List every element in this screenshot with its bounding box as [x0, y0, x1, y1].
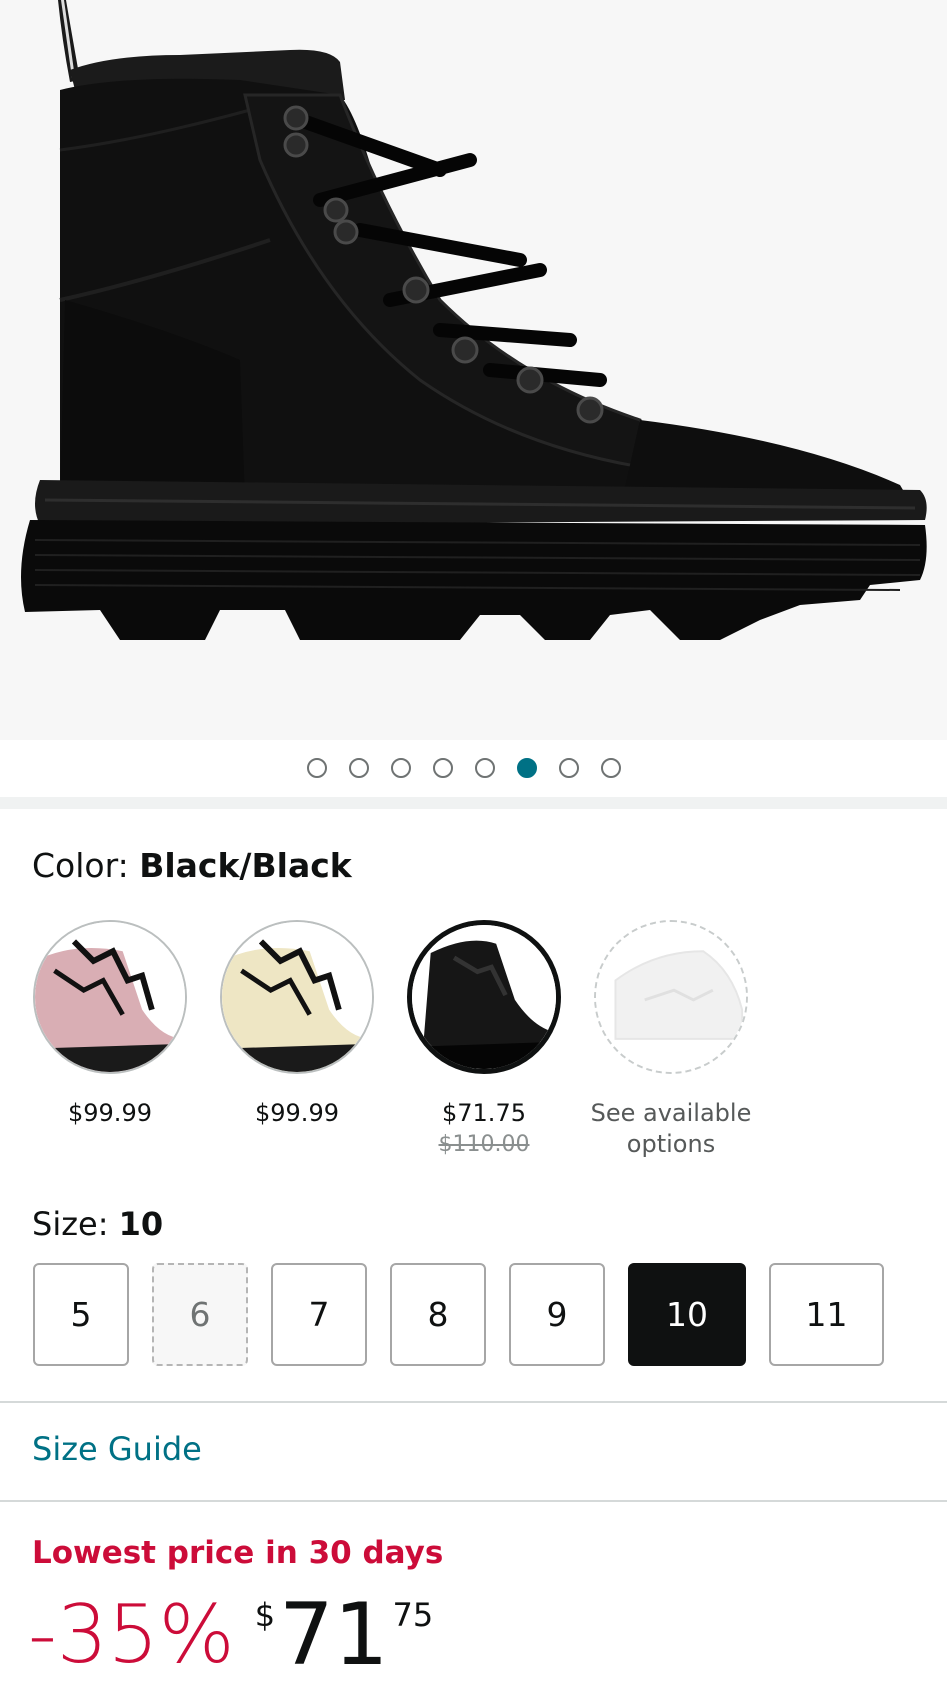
selected-size-value: 10	[118, 1205, 164, 1243]
see-options-line-2: options	[626, 1130, 716, 1158]
size-option-5[interactable]: 5	[33, 1263, 129, 1366]
carousel-dot[interactable]	[559, 758, 579, 778]
color-label: Color:	[32, 846, 140, 885]
size-option-9[interactable]: 9	[509, 1263, 605, 1366]
size-option-6[interactable]: 6	[152, 1263, 248, 1366]
size-guide-link[interactable]: Size Guide	[32, 1430, 202, 1468]
price-whole: 71	[279, 1585, 389, 1683]
size-option-10[interactable]: 10	[628, 1263, 746, 1366]
color-option-black[interactable]: $71.75 $110.00	[390, 920, 578, 1160]
selected-color-value: Black/Black	[139, 846, 352, 885]
size-label: Size:	[32, 1205, 119, 1243]
color-option-pink[interactable]: $99.99	[16, 920, 204, 1129]
size-option-7[interactable]: 7	[271, 1263, 367, 1366]
pink-price: $99.99	[68, 1099, 152, 1127]
divider	[0, 1401, 947, 1403]
section-divider	[0, 797, 947, 809]
size-option-8[interactable]: 8	[390, 1263, 486, 1366]
black-swatch-image	[407, 920, 561, 1074]
carousel-dot[interactable]	[433, 758, 453, 778]
carousel-dot[interactable]	[307, 758, 327, 778]
price-currency: $	[254, 1596, 276, 1634]
white-swatch-image	[594, 920, 748, 1074]
carousel-dot[interactable]	[517, 758, 537, 778]
size-option-11[interactable]: 11	[769, 1263, 884, 1366]
color-option-cream[interactable]: $99.99	[203, 920, 391, 1129]
carousel-dot[interactable]	[391, 758, 411, 778]
cream-price: $99.99	[255, 1099, 339, 1127]
color-option-white[interactable]: See available options	[577, 920, 765, 1160]
boot-illustration	[21, 0, 927, 640]
product-image[interactable]	[0, 0, 947, 740]
deal-badge: Lowest price in 30 days	[32, 1535, 444, 1571]
color-heading: Color: Black/Black	[32, 846, 352, 885]
size-heading: Size: 10	[32, 1205, 163, 1243]
price-fraction: 75	[392, 1596, 434, 1634]
see-options-line-1: See available	[590, 1099, 752, 1127]
carousel-dot[interactable]	[475, 758, 495, 778]
cream-swatch-image	[220, 920, 374, 1074]
carousel-dot[interactable]	[349, 758, 369, 778]
black-list-price: $110.00	[438, 1132, 530, 1157]
carousel-pagination	[0, 740, 947, 797]
black-price: $71.75	[442, 1099, 526, 1127]
divider	[0, 1500, 947, 1502]
price-block: -35% $ 71 75	[28, 1590, 433, 1683]
discount-percent: -35%	[28, 1588, 235, 1681]
carousel-dot[interactable]	[601, 758, 621, 778]
pink-swatch-image	[33, 920, 187, 1074]
